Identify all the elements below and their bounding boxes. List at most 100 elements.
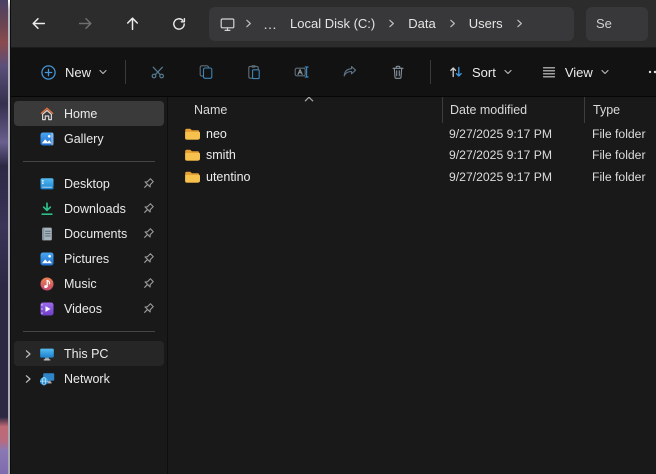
sidebar-item-gallery[interactable]: Gallery [14, 126, 164, 151]
arrow-up-icon [124, 15, 141, 32]
sidebar-item-pictures[interactable]: Pictures [14, 246, 164, 271]
file-row-smith[interactable]: smith 9/27/2025 9:17 PM File folder [168, 145, 656, 167]
videos-icon [39, 301, 55, 317]
file-name: smith [206, 148, 236, 162]
view-button-label: View [565, 65, 593, 80]
file-date-modified: 9/27/2025 9:17 PM [442, 148, 584, 162]
folder-icon [184, 127, 200, 141]
column-header-name[interactable]: Name [168, 97, 442, 123]
sidebar-item-documents[interactable]: Documents [14, 221, 164, 246]
breadcrumb-overflow-button[interactable]: … [261, 16, 280, 32]
sort-ascending-indicator-icon [303, 97, 315, 103]
view-button[interactable]: View [532, 54, 619, 90]
sidebar-item-network[interactable]: Network [14, 366, 164, 391]
downloads-icon [39, 201, 55, 217]
pictures-icon [39, 251, 55, 267]
sidebar-item-label: Gallery [64, 132, 104, 146]
this-pc-monitor-icon [219, 16, 236, 32]
rename-button[interactable] [280, 54, 324, 90]
sidebar-item-label: Network [64, 372, 110, 386]
ellipsis-icon [647, 64, 656, 80]
expand-chevron-icon[interactable] [23, 349, 33, 359]
file-row-neo[interactable]: neo 9/27/2025 9:17 PM File folder [168, 123, 656, 145]
toolbar-divider [125, 60, 126, 84]
network-icon [39, 371, 55, 387]
rename-icon [294, 64, 310, 80]
scissors-icon [150, 64, 166, 80]
file-date-modified: 9/27/2025 9:17 PM [442, 127, 584, 141]
trash-icon [390, 64, 406, 80]
file-row-utentino[interactable]: utentino 9/27/2025 9:17 PM File folder [168, 166, 656, 188]
more-options-button[interactable] [633, 54, 656, 90]
view-icon [541, 64, 557, 80]
file-name: utentino [206, 170, 250, 184]
background-window-sliver [0, 0, 8, 474]
delete-button[interactable] [376, 54, 420, 90]
home-icon [39, 106, 55, 122]
sidebar-item-label: Desktop [64, 177, 110, 191]
sidebar-divider [23, 331, 155, 332]
paste-icon [246, 64, 262, 80]
command-toolbar: New [11, 48, 656, 97]
pin-icon [141, 177, 155, 191]
chevron-right-icon[interactable] [514, 18, 525, 29]
sidebar-divider [23, 161, 155, 162]
pin-icon [141, 252, 155, 266]
explorer-frame: … Local Disk (C:) Data Users Se New [10, 0, 656, 474]
sidebar-item-videos[interactable]: Videos [14, 296, 164, 321]
chevron-right-icon[interactable] [386, 18, 397, 29]
new-button-label: New [65, 65, 91, 80]
chevron-down-icon [600, 67, 610, 77]
column-header-label: Type [593, 103, 620, 117]
sort-button[interactable]: Sort [439, 54, 522, 90]
breadcrumb-item-drive[interactable]: Local Disk (C:) [286, 14, 379, 33]
share-icon [342, 64, 358, 80]
pin-icon [141, 227, 155, 241]
back-button[interactable] [21, 8, 55, 40]
chevron-down-icon [503, 67, 513, 77]
refresh-button[interactable] [162, 8, 196, 40]
address-bar[interactable]: … Local Disk (C:) Data Users [209, 7, 574, 41]
file-date-modified: 9/27/2025 9:17 PM [442, 170, 584, 184]
folder-icon [184, 148, 200, 162]
sidebar-item-desktop[interactable]: Desktop [14, 171, 164, 196]
column-header-type[interactable]: Type [584, 97, 656, 123]
sidebar-item-music[interactable]: Music [14, 271, 164, 296]
desktop-icon [39, 176, 55, 192]
file-explorer-window: … Local Disk (C:) Data Users Se New [0, 0, 656, 474]
search-input[interactable]: Se [586, 7, 648, 41]
explorer-body: Home Gallery Desktop Downloads [11, 97, 656, 474]
documents-icon [39, 226, 55, 242]
sidebar-item-downloads[interactable]: Downloads [14, 196, 164, 221]
chevron-down-icon [98, 67, 108, 77]
sidebar-item-this-pc[interactable]: This PC [14, 341, 164, 366]
chevron-right-icon [243, 18, 254, 29]
arrow-right-icon [77, 15, 94, 32]
sidebar-item-label: Music [64, 277, 97, 291]
file-name: neo [206, 127, 227, 141]
expand-chevron-icon[interactable] [23, 374, 33, 384]
sidebar-item-home[interactable]: Home [14, 101, 164, 126]
sidebar-item-label: This PC [64, 347, 108, 361]
file-list-pane: Name Date modified Type neo 9/27 [168, 97, 656, 474]
new-button[interactable]: New [31, 54, 117, 90]
breadcrumb-item-users[interactable]: Users [465, 14, 507, 33]
column-headers: Name Date modified Type [168, 97, 656, 123]
cut-button[interactable] [136, 54, 180, 90]
sidebar-item-label: Home [64, 107, 97, 121]
column-header-date-modified[interactable]: Date modified [442, 97, 584, 123]
file-type: File folder [584, 170, 656, 184]
breadcrumb-item-data[interactable]: Data [404, 14, 439, 33]
navigation-sidebar: Home Gallery Desktop Downloads [11, 97, 168, 474]
up-button[interactable] [115, 8, 149, 40]
refresh-icon [171, 16, 187, 32]
music-icon [39, 276, 55, 292]
paste-button[interactable] [232, 54, 276, 90]
forward-button[interactable] [68, 8, 102, 40]
sort-button-label: Sort [472, 65, 496, 80]
gallery-icon [39, 131, 55, 147]
copy-button[interactable] [184, 54, 228, 90]
pin-icon [141, 277, 155, 291]
chevron-right-icon[interactable] [447, 18, 458, 29]
share-button[interactable] [328, 54, 372, 90]
